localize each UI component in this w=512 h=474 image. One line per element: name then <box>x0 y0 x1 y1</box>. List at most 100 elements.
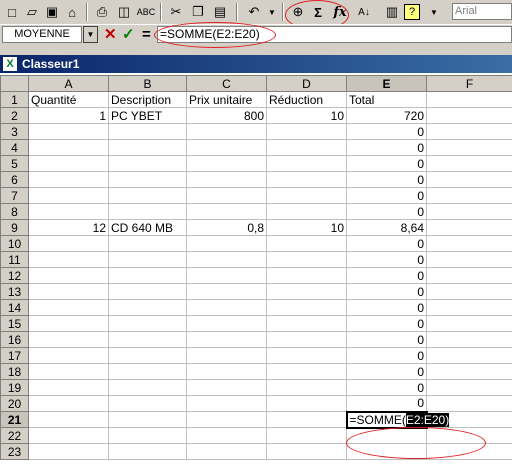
cell-quantity[interactable] <box>28 155 109 172</box>
cell-total[interactable]: 0 <box>346 315 427 332</box>
column-header[interactable]: F <box>426 75 512 92</box>
cell-description[interactable] <box>108 363 187 380</box>
cell-discount[interactable] <box>266 331 347 348</box>
cell-quantity[interactable] <box>28 411 109 428</box>
row-header[interactable]: 4 <box>0 139 29 156</box>
cell-empty[interactable] <box>426 347 512 364</box>
cell-unit-price[interactable]: 800 <box>186 107 267 124</box>
cell-total[interactable]: 0 <box>346 267 427 284</box>
column-header[interactable]: B <box>108 75 187 92</box>
cell-quantity[interactable] <box>28 123 109 140</box>
formula-input[interactable]: =SOMME(E2:E20) <box>157 26 512 43</box>
row-header[interactable]: 8 <box>0 203 29 220</box>
row-header[interactable]: 22 <box>0 427 29 444</box>
cell-description[interactable]: Description <box>108 91 187 108</box>
cell-discount[interactable] <box>266 251 347 268</box>
cell-empty[interactable] <box>426 155 512 172</box>
row-header[interactable]: 19 <box>0 379 29 396</box>
cell-empty[interactable] <box>426 171 512 188</box>
row-header[interactable]: 15 <box>0 315 29 332</box>
cell-discount[interactable] <box>266 411 347 428</box>
cell-description[interactable] <box>108 139 187 156</box>
paste-icon[interactable]: ▤ <box>210 2 230 22</box>
cell-description[interactable] <box>108 235 187 252</box>
cell-total[interactable] <box>346 427 427 444</box>
spelling-icon[interactable]: ABC <box>136 2 156 22</box>
cell-unit-price[interactable] <box>186 187 267 204</box>
cell-quantity[interactable] <box>28 283 109 300</box>
row-header[interactable]: 6 <box>0 171 29 188</box>
cell-unit-price[interactable] <box>186 251 267 268</box>
cell-quantity[interactable] <box>28 203 109 220</box>
chart-icon[interactable]: ▥ <box>382 2 402 22</box>
cell-unit-price[interactable] <box>186 155 267 172</box>
cell-empty[interactable] <box>426 107 512 124</box>
cell-quantity[interactable] <box>28 395 109 412</box>
cell-total[interactable]: 8,64 <box>346 219 427 236</box>
cell-empty[interactable] <box>426 91 512 108</box>
cell-discount[interactable]: 10 <box>266 107 347 124</box>
cell-total[interactable]: 0 <box>346 283 427 300</box>
row-header[interactable]: 13 <box>0 283 29 300</box>
cell-empty[interactable] <box>426 267 512 284</box>
cell-total[interactable]: 0 <box>346 331 427 348</box>
cell-unit-price[interactable] <box>186 299 267 316</box>
row-header[interactable]: 20 <box>0 395 29 412</box>
cell-empty[interactable] <box>426 219 512 236</box>
row-header[interactable]: 17 <box>0 347 29 364</box>
column-header[interactable]: E <box>346 75 427 92</box>
cell-quantity[interactable] <box>28 347 109 364</box>
cell-unit-price[interactable] <box>186 427 267 444</box>
cell-total[interactable]: 720 <box>346 107 427 124</box>
cell-quantity[interactable] <box>28 187 109 204</box>
cell-description[interactable] <box>108 443 187 460</box>
cell-description[interactable]: CD 640 MB <box>108 219 187 236</box>
cell-empty[interactable] <box>426 299 512 316</box>
cell-discount[interactable] <box>266 203 347 220</box>
cell-unit-price[interactable]: Prix unitaire <box>186 91 267 108</box>
cell-total[interactable]: 0 <box>346 123 427 140</box>
cell-description[interactable] <box>108 123 187 140</box>
cell-description[interactable] <box>108 427 187 444</box>
cell-unit-price[interactable]: 0,8 <box>186 219 267 236</box>
cell-quantity[interactable] <box>28 139 109 156</box>
cell-unit-price[interactable] <box>186 331 267 348</box>
cell-total[interactable]: 0 <box>346 379 427 396</box>
edit-formula-icon[interactable]: = <box>142 26 151 43</box>
cell-discount[interactable] <box>266 347 347 364</box>
select-all-corner[interactable] <box>0 75 29 92</box>
cell-discount[interactable]: 10 <box>266 219 347 236</box>
cell-total[interactable]: 0 <box>346 363 427 380</box>
cell-discount[interactable]: Réduction <box>266 91 347 108</box>
cell-total[interactable]: 0 <box>346 203 427 220</box>
cell-quantity[interactable] <box>28 171 109 188</box>
enter-icon[interactable]: ✓ <box>122 26 135 43</box>
cell-total[interactable]: Total <box>346 91 427 108</box>
cell-discount[interactable] <box>266 171 347 188</box>
cell-description[interactable] <box>108 155 187 172</box>
cell-empty[interactable] <box>426 427 512 444</box>
row-header[interactable]: 3 <box>0 123 29 140</box>
cancel-icon[interactable]: ✕ <box>104 26 117 43</box>
cell-quantity[interactable] <box>28 299 109 316</box>
new-icon[interactable]: □ <box>2 2 22 22</box>
cell-discount[interactable] <box>266 427 347 444</box>
cell-quantity[interactable] <box>28 331 109 348</box>
column-header[interactable]: C <box>186 75 267 92</box>
cell-unit-price[interactable] <box>186 443 267 460</box>
cell-quantity[interactable] <box>28 315 109 332</box>
row-header[interactable]: 7 <box>0 187 29 204</box>
cell-total[interactable]: 0 <box>346 299 427 316</box>
cell-description[interactable] <box>108 347 187 364</box>
cell-quantity[interactable]: 1 <box>28 107 109 124</box>
cell-empty[interactable] <box>426 187 512 204</box>
print-preview-icon[interactable]: ◫ <box>114 2 134 22</box>
column-header[interactable]: D <box>266 75 347 92</box>
cell-unit-price[interactable] <box>186 139 267 156</box>
cell-total[interactable]: 0 <box>346 395 427 412</box>
row-header[interactable]: 1 <box>0 91 29 108</box>
cell-description[interactable] <box>108 171 187 188</box>
cell-unit-price[interactable] <box>186 235 267 252</box>
cell-description[interactable] <box>108 395 187 412</box>
cell-total[interactable]: 0 <box>346 187 427 204</box>
